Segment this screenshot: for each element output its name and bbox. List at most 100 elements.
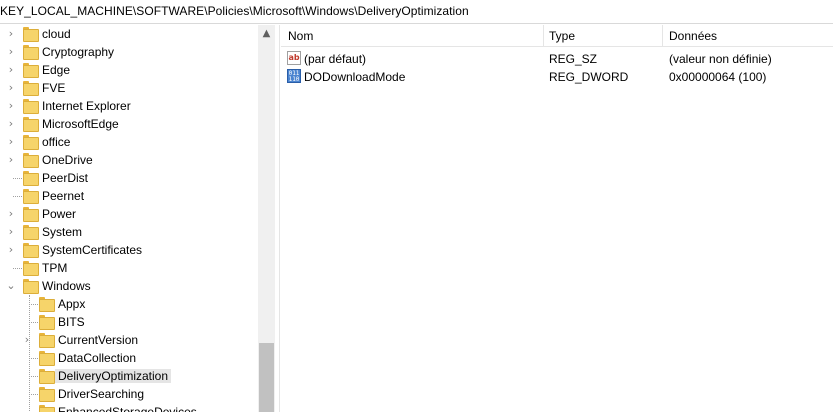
tree-item[interactable]: › Cryptography (0, 43, 258, 61)
tree-item[interactable]: › FVE (0, 79, 258, 97)
column-data-header[interactable]: Données (669, 29, 717, 43)
tree-item[interactable]: Appx (0, 295, 258, 313)
list-header: Nom Type Données (281, 25, 833, 47)
folder-icon (23, 279, 39, 294)
column-name-header[interactable]: Nom (288, 29, 313, 43)
tree-item[interactable]: › Internet Explorer (0, 97, 258, 115)
tree-scrollbar[interactable]: ▲ (258, 25, 275, 412)
tree-item-label[interactable]: Power (42, 207, 76, 221)
tree-item[interactable]: › office (0, 133, 258, 151)
column-type-header[interactable]: Type (549, 29, 575, 43)
address-bar[interactable]: KEY_LOCAL_MACHINE\SOFTWARE\Policies\Micr… (0, 0, 833, 24)
tree-item[interactable]: DeliveryOptimization (0, 367, 258, 385)
tree-item-label[interactable]: Peernet (42, 189, 84, 203)
chevron-right-icon[interactable]: › (6, 154, 16, 166)
folder-icon (23, 153, 39, 168)
tree-item[interactable]: › System (0, 223, 258, 241)
string-value-icon: ab (287, 51, 301, 65)
tree-item-label[interactable]: office (42, 135, 70, 149)
tree-connector (29, 376, 38, 377)
value-row[interactable]: 011 110 DODownloadMode REG_DWORD 0x00000… (281, 68, 833, 86)
tree-item[interactable]: › Power (0, 205, 258, 223)
folder-icon (39, 387, 55, 402)
chevron-right-icon[interactable]: › (6, 136, 16, 148)
chevron-right-icon[interactable]: › (6, 100, 16, 112)
tree-item[interactable]: DataCollection (0, 349, 258, 367)
folder-icon (23, 117, 39, 132)
chevron-right-icon[interactable]: › (6, 28, 16, 40)
tree-item[interactable]: TPM (0, 259, 258, 277)
tree-item-label[interactable]: OneDrive (42, 153, 93, 167)
tree-item-label[interactable]: TPM (42, 261, 67, 275)
tree-item-label[interactable]: EnhancedStorageDevices (58, 405, 197, 412)
folder-icon (23, 171, 39, 186)
tree-item[interactable]: › OneDrive (0, 151, 258, 169)
dword-value-icon: 011 110 (287, 69, 301, 83)
chevron-right-icon[interactable]: › (6, 226, 16, 238)
tree-connector (13, 196, 22, 197)
tree-item-label[interactable]: PeerDist (42, 171, 88, 185)
address-path[interactable]: KEY_LOCAL_MACHINE\SOFTWARE\Policies\Micr… (0, 4, 469, 18)
values-list[interactable]: Nom Type Données ab (par défaut) REG_SZ … (281, 25, 833, 412)
tree-item[interactable]: › MicrosoftEdge (0, 115, 258, 133)
tree-item[interactable]: › SystemCertificates (0, 241, 258, 259)
chevron-right-icon[interactable]: › (6, 64, 16, 76)
tree-item-label[interactable]: DataCollection (58, 351, 136, 365)
tree-item-label[interactable]: Internet Explorer (42, 99, 131, 113)
tree-item[interactable]: Peernet (0, 187, 258, 205)
folder-icon (39, 333, 55, 348)
value-row[interactable]: ab (par défaut) REG_SZ (valeur non défin… (281, 50, 833, 68)
tree-item-label[interactable]: FVE (42, 81, 65, 95)
folder-icon (23, 63, 39, 78)
scroll-up-icon[interactable]: ▲ (258, 25, 275, 42)
tree-connector (29, 295, 30, 412)
tree-item-label[interactable]: DeliveryOptimization (55, 369, 172, 383)
tree-item-label[interactable]: SystemCertificates (42, 243, 142, 257)
tree-item-label[interactable]: MicrosoftEdge (42, 117, 119, 131)
tree-item-label[interactable]: System (42, 225, 82, 239)
folder-icon (39, 351, 55, 366)
folder-icon (39, 405, 55, 412)
tree-item[interactable]: EnhancedStorageDevices (0, 403, 258, 412)
chevron-right-icon[interactable]: › (6, 208, 16, 220)
tree-item-label[interactable]: cloud (42, 27, 71, 41)
tree-item[interactable]: PeerDist (0, 169, 258, 187)
tree-item[interactable]: › Edge (0, 61, 258, 79)
folder-icon (23, 45, 39, 60)
value-name[interactable]: DODownloadMode (304, 70, 405, 84)
folder-icon (39, 369, 55, 384)
chevron-right-icon[interactable]: › (6, 82, 16, 94)
value-data: (valeur non définie) (669, 52, 772, 66)
tree-item-label[interactable]: Edge (42, 63, 70, 77)
folder-icon (23, 81, 39, 96)
folder-icon (23, 243, 39, 258)
scroll-thumb[interactable] (259, 343, 274, 412)
chevron-right-icon[interactable]: › (22, 334, 32, 346)
pane-splitter[interactable] (275, 25, 280, 412)
chevron-right-icon[interactable]: › (6, 118, 16, 130)
tree-connector (13, 178, 22, 179)
tree-connector (29, 358, 38, 359)
chevron-right-icon[interactable]: › (6, 46, 16, 58)
tree-item-label[interactable]: CurrentVersion (58, 333, 138, 347)
chevron-right-icon[interactable]: › (6, 244, 16, 256)
folder-icon (39, 315, 55, 330)
registry-tree[interactable]: › cloud › Cryptography › Edge › FVE › Internet Ex… (0, 25, 275, 412)
tree-item-label[interactable]: DriverSearching (58, 387, 144, 401)
chevron-down-icon[interactable]: ⌄ (6, 280, 16, 292)
tree-item[interactable]: ⌄ Windows (0, 277, 258, 295)
tree-item-label[interactable]: Cryptography (42, 45, 114, 59)
column-divider[interactable] (662, 25, 663, 47)
tree-item[interactable]: DriverSearching (0, 385, 258, 403)
tree-item-label[interactable]: Appx (58, 297, 85, 311)
tree-item[interactable]: › cloud (0, 25, 258, 43)
tree-item[interactable]: BITS (0, 313, 258, 331)
folder-icon (23, 261, 39, 276)
tree-connector (29, 394, 38, 395)
tree-item-label[interactable]: BITS (58, 315, 85, 329)
folder-icon (23, 225, 39, 240)
column-divider[interactable] (543, 25, 544, 47)
tree-item[interactable]: › CurrentVersion (0, 331, 258, 349)
tree-item-label[interactable]: Windows (42, 279, 91, 293)
value-name[interactable]: (par défaut) (304, 52, 366, 66)
